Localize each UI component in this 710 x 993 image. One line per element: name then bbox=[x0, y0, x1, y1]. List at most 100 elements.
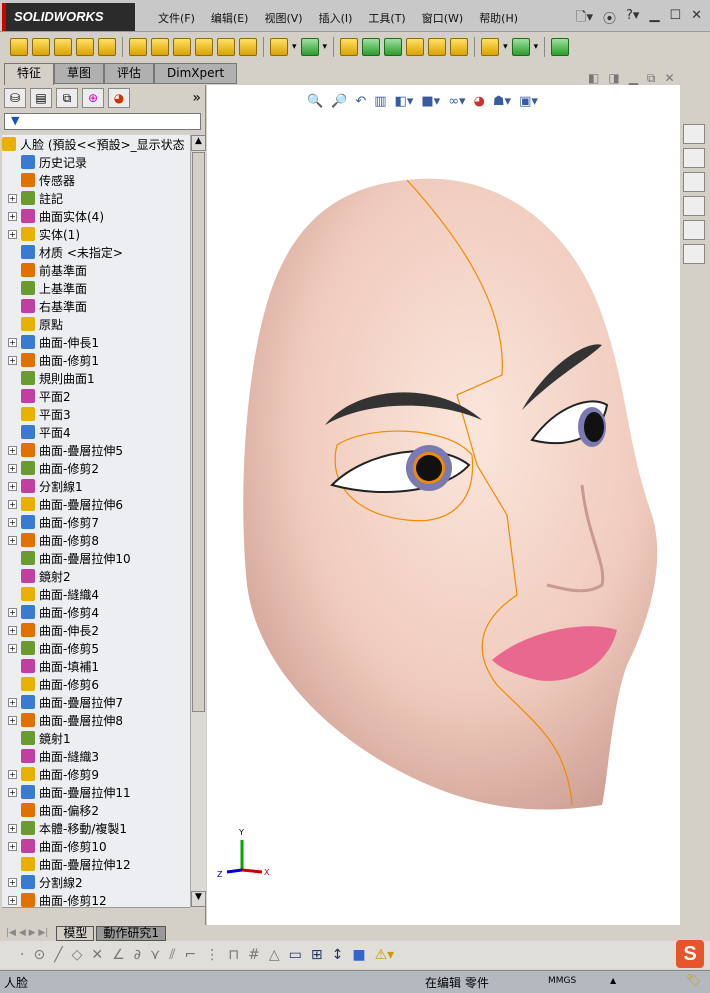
tree-node[interactable]: 前基準面 bbox=[2, 261, 190, 279]
tree-node[interactable]: + 曲面-疊層拉伸7 bbox=[2, 693, 190, 711]
feature-tool-icon[interactable] bbox=[362, 38, 381, 56]
tree-node[interactable]: 上基準面 bbox=[2, 279, 190, 297]
polygon-icon[interactable]: ◇ bbox=[72, 947, 83, 963]
hide-show-icon[interactable]: ∞▾ bbox=[448, 94, 465, 109]
expand-icon[interactable]: + bbox=[8, 841, 17, 851]
rectangle-icon[interactable]: ⋮ bbox=[205, 947, 219, 963]
dropdown-arrow-icon[interactable]: ▾ bbox=[534, 42, 539, 52]
tree-node[interactable]: + 曲面-修剪12 bbox=[2, 891, 190, 907]
feature-tool-icon[interactable] bbox=[450, 38, 469, 56]
traffic-light-icon[interactable]: ⦿ bbox=[603, 8, 616, 30]
axis-icon[interactable]: ↕ bbox=[332, 947, 344, 963]
tree-node[interactable]: + 曲面-修剪4 bbox=[2, 603, 190, 621]
expand-icon[interactable]: + bbox=[8, 193, 17, 203]
minimize-button[interactable]: ▁ bbox=[649, 8, 659, 30]
expand-icon[interactable]: + bbox=[8, 787, 17, 797]
file-explorer-icon[interactable] bbox=[683, 172, 705, 192]
tree-node[interactable]: 曲面-偏移2 bbox=[2, 801, 190, 819]
expand-icon[interactable]: + bbox=[8, 355, 17, 365]
feature-tool-icon[interactable] bbox=[54, 38, 72, 56]
feature-tool-icon[interactable] bbox=[511, 38, 530, 56]
expand-icon[interactable]: + bbox=[8, 877, 17, 887]
feature-tool-icon[interactable] bbox=[151, 38, 169, 56]
feature-tool-icon[interactable] bbox=[384, 38, 403, 56]
tree-node[interactable]: + 曲面-修剪5 bbox=[2, 639, 190, 657]
units-arrow-icon[interactable]: ▲ bbox=[610, 976, 616, 985]
tree-node[interactable]: 曲面-填補1 bbox=[2, 657, 190, 675]
view-palette-icon[interactable] bbox=[683, 196, 705, 216]
home-icon[interactable] bbox=[683, 124, 705, 144]
tree-node[interactable]: + 註記 bbox=[2, 189, 190, 207]
expand-icon[interactable]: + bbox=[8, 337, 17, 347]
tree-node[interactable]: + 曲面-疊層拉伸11 bbox=[2, 783, 190, 801]
fillet-icon[interactable]: ∂ bbox=[134, 947, 141, 963]
property-manager-icon[interactable]: ▤ bbox=[30, 88, 52, 108]
close-doc-button[interactable]: ✕ bbox=[665, 71, 675, 86]
display-manager-icon[interactable]: ◕ bbox=[108, 88, 130, 108]
tree-node[interactable]: 曲面-縫織3 bbox=[2, 747, 190, 765]
tree-node[interactable]: + 曲面实体(4) bbox=[2, 207, 190, 225]
menu-item-4[interactable]: 工具(T) bbox=[360, 10, 413, 26]
tree-node[interactable]: + 曲面-疊層拉伸6 bbox=[2, 495, 190, 513]
feature-tool-icon[interactable] bbox=[217, 38, 235, 56]
tree-node[interactable]: + 曲面-疊層拉伸8 bbox=[2, 711, 190, 729]
expand-icon[interactable]: + bbox=[8, 535, 17, 545]
zoom-area-icon[interactable]: 🔎 bbox=[331, 94, 347, 109]
minimize-doc-button[interactable]: ▁ bbox=[629, 71, 638, 86]
circle-icon[interactable]: ⊙ bbox=[33, 947, 45, 963]
tab-1[interactable]: 草图 bbox=[54, 63, 105, 84]
feature-tool-icon[interactable] bbox=[551, 38, 570, 56]
expand-icon[interactable]: + bbox=[8, 229, 17, 239]
point-icon[interactable]: · bbox=[20, 947, 24, 963]
dropdown-arrow-icon[interactable]: ▾ bbox=[323, 42, 328, 52]
expand-icon[interactable]: + bbox=[8, 895, 17, 905]
feature-tool-icon[interactable] bbox=[98, 38, 116, 56]
feature-tool-icon[interactable] bbox=[239, 38, 257, 56]
status-units[interactable]: MMGS bbox=[548, 976, 576, 986]
tree-node[interactable]: 鏡射2 bbox=[2, 567, 190, 585]
feature-tool-icon[interactable] bbox=[195, 38, 213, 56]
view-settings-icon[interactable]: ▣▾ bbox=[519, 94, 538, 109]
tree-node[interactable]: 曲面-疊層拉伸10 bbox=[2, 549, 190, 567]
scene-icon[interactable]: ☗▾ bbox=[493, 94, 511, 109]
bottom-tab-1[interactable]: 動作研究1 bbox=[96, 925, 166, 941]
angle-icon[interactable]: ∠ bbox=[112, 947, 125, 963]
menu-item-1[interactable]: 编辑(E) bbox=[203, 10, 257, 26]
filter-icon[interactable]: ▼ bbox=[4, 113, 201, 130]
tree-node[interactable]: 規則曲面1 bbox=[2, 369, 190, 387]
expand-icon[interactable]: + bbox=[8, 607, 17, 617]
tree-node[interactable]: 平面3 bbox=[2, 405, 190, 423]
feature-tool-icon[interactable] bbox=[129, 38, 147, 56]
expand-icon[interactable]: + bbox=[8, 697, 17, 707]
appearance-icon[interactable]: ◕ bbox=[474, 94, 485, 109]
restore-doc-button[interactable]: ⧉ bbox=[647, 71, 656, 86]
expand-icon[interactable]: + bbox=[8, 517, 17, 527]
menu-item-5[interactable]: 窗口(W) bbox=[414, 10, 471, 26]
expand-icon[interactable]: + bbox=[8, 769, 17, 779]
dropdown-arrow-icon[interactable]: ▾ bbox=[292, 42, 297, 52]
tab-scroll-arrows[interactable]: |◀ ◀ ▶ ▶| bbox=[6, 928, 48, 938]
view-orientation-icon[interactable]: ◧▾ bbox=[395, 94, 414, 109]
feature-tool-icon[interactable] bbox=[428, 38, 447, 56]
maximize-button[interactable]: ☐ bbox=[669, 8, 681, 30]
feature-tool-icon[interactable] bbox=[340, 38, 359, 56]
tag-icon[interactable]: 🏷 bbox=[686, 973, 701, 987]
window-icon[interactable]: ▭ bbox=[289, 947, 302, 963]
expand-icon[interactable]: + bbox=[8, 211, 17, 221]
tile-left-icon[interactable]: ◧ bbox=[588, 71, 599, 86]
bottom-tab-0[interactable]: 模型 bbox=[56, 925, 95, 941]
triangle-icon[interactable]: △ bbox=[269, 947, 280, 963]
grid-icon[interactable]: # bbox=[248, 947, 260, 963]
expand-icon[interactable]: + bbox=[8, 481, 17, 491]
tree-node[interactable]: + 本體-移動/複製1 bbox=[2, 819, 190, 837]
tree-scrollbar[interactable]: ▲ ▼ bbox=[190, 135, 206, 907]
offset-icon[interactable]: ⫽ bbox=[169, 947, 175, 963]
menu-item-3[interactable]: 插入(I) bbox=[311, 10, 361, 26]
feature-tool-icon[interactable] bbox=[32, 38, 50, 56]
dropdown-arrow-icon[interactable]: ▾ bbox=[503, 42, 508, 52]
zoom-to-fit-icon[interactable]: 🔍 bbox=[307, 94, 323, 109]
expand-icon[interactable]: + bbox=[8, 643, 17, 653]
tree-node[interactable]: + 曲面-伸長1 bbox=[2, 333, 190, 351]
expand-icon[interactable]: + bbox=[8, 715, 17, 725]
help-icon[interactable]: ?▾ bbox=[626, 8, 639, 30]
